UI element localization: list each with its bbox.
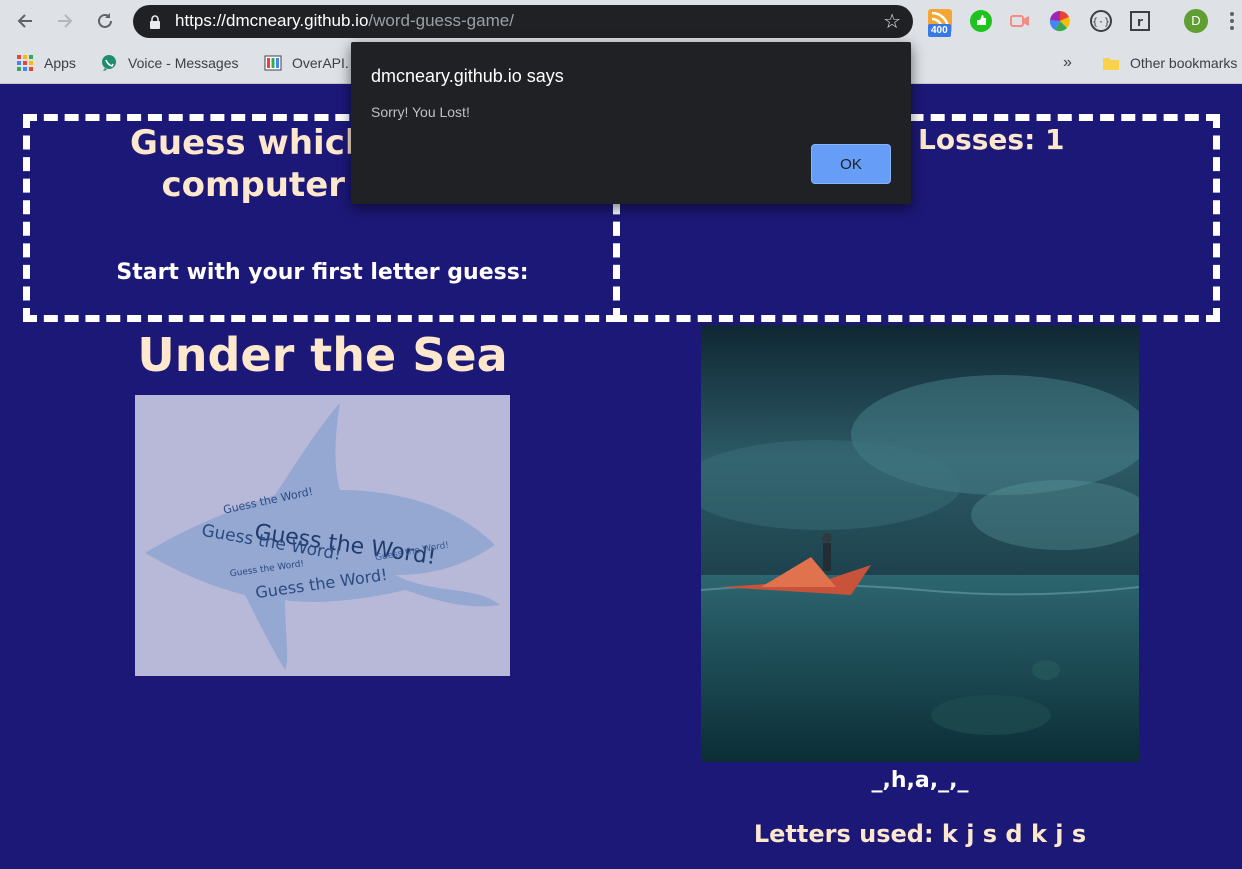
video-extension-icon[interactable] <box>1008 9 1032 33</box>
reload-button[interactable] <box>92 8 118 34</box>
svg-text:r: r <box>1137 15 1143 29</box>
svg-text:{·}: {·} <box>1092 17 1110 28</box>
thumbs-up-extension-icon[interactable] <box>969 9 993 33</box>
dolphin-wordcloud-image: Guess the Word! Guess the Word! Guess th… <box>135 395 510 676</box>
url-path: /word-guess-game/ <box>368 11 514 30</box>
profile-avatar[interactable]: D <box>1184 9 1208 33</box>
ocean-scene-image <box>701 325 1139 762</box>
word-blanks: _,h,a,_,_ <box>871 768 969 793</box>
letters-used: Letters used: k j s d k j s <box>753 820 1087 848</box>
voice-icon <box>102 55 116 71</box>
lock-icon <box>150 15 160 29</box>
page-extension-icon[interactable]: r <box>1128 9 1152 33</box>
folder-icon <box>1103 58 1119 70</box>
reload-icon <box>98 13 112 28</box>
alert-dialog: dmcneary.github.io says Sorry! You Lost!… <box>351 42 911 204</box>
bookmark-label: Voice - Messages <box>128 55 239 71</box>
back-arrow-icon <box>17 14 32 28</box>
bookmark-label: OverAPI. <box>292 55 349 71</box>
menu-kebab-icon[interactable] <box>1230 12 1234 33</box>
browser-toolbar: https://dmcneary.github.io/word-guess-ga… <box>0 0 1242 42</box>
losses-counter: Losses: 1 <box>918 123 1065 156</box>
ok-button[interactable]: OK <box>811 144 891 184</box>
dialog-message: Sorry! You Lost! <box>371 104 470 120</box>
back-button[interactable] <box>12 8 38 34</box>
forward-arrow-icon <box>58 14 73 28</box>
apps-grid-icon <box>17 55 33 71</box>
bookmark-star-icon[interactable]: ☆ <box>883 9 901 33</box>
url-text: https://dmcneary.github.io/word-guess-ga… <box>175 11 514 31</box>
bookmarks-overflow-button[interactable]: » <box>1063 53 1072 73</box>
extension-badge: 400 <box>928 24 951 37</box>
dialog-title: dmcneary.github.io says <box>371 66 564 86</box>
forward-button[interactable] <box>52 8 78 34</box>
other-bookmarks[interactable]: Other bookmarks <box>1102 53 1237 73</box>
guess-prompt: Start with your first letter guess: <box>116 260 529 285</box>
overapi-icon <box>264 55 282 71</box>
other-bookmarks-label: Other bookmarks <box>1130 55 1238 71</box>
bookmark-overapi[interactable]: OverAPI. <box>264 53 349 73</box>
url-host: https://dmcneary.github.io <box>175 11 369 30</box>
json-extension-icon[interactable]: {·} <box>1089 9 1113 33</box>
bookmark-voice[interactable]: Voice - Messages <box>100 53 239 73</box>
color-wheel-extension-icon[interactable] <box>1048 9 1072 33</box>
theme-title: Under the Sea <box>137 328 508 382</box>
bookmark-apps[interactable]: Apps <box>16 53 76 73</box>
bookmark-label: Apps <box>44 55 76 71</box>
address-bar[interactable]: https://dmcneary.github.io/word-guess-ga… <box>133 5 913 38</box>
